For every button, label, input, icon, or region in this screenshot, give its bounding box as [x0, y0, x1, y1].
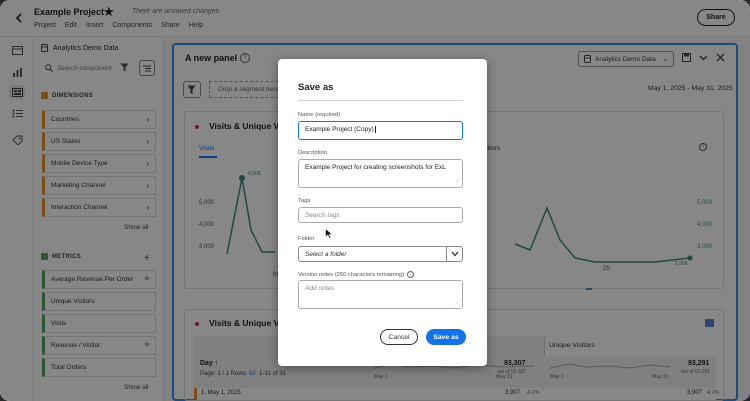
save-as-button[interactable]: Save as: [426, 329, 466, 345]
dialog-divider: [298, 100, 463, 101]
tags-label: Tags: [298, 198, 311, 204]
cancel-button[interactable]: Cancel: [380, 329, 418, 345]
resize-handle-icon[interactable]: ⟋: [455, 179, 459, 185]
folder-input[interactable]: Select a folder: [298, 246, 446, 262]
description-textarea[interactable]: Example Project for creating screenshots…: [298, 159, 463, 188]
mouse-cursor-icon: [325, 228, 333, 239]
name-input-value: Example Project (Copy): [305, 126, 374, 133]
folder-picker[interactable]: Select a folder: [298, 246, 463, 262]
resize-handle-icon[interactable]: ⟋: [455, 300, 459, 306]
version-notes-label: Version notes (250 characters remaining)…: [298, 271, 415, 278]
info-icon[interactable]: i: [407, 271, 415, 278]
chevron-down-icon: [451, 251, 458, 257]
folder-dropdown-button[interactable]: [446, 246, 463, 262]
dialog-title: Save as: [298, 82, 334, 93]
tags-input[interactable]: Search tags: [298, 207, 463, 223]
text-caret: [374, 126, 376, 133]
notes-placeholder: Add notes: [305, 285, 335, 292]
folder-label: Folder: [298, 236, 315, 242]
app-window: Example Project ★ There are unsaved chan…: [0, 0, 750, 401]
description-value: Example Project for creating screenshots…: [305, 164, 446, 171]
save-as-dialog: Save as Name (required) Example Project …: [278, 59, 487, 366]
name-label: Name (required): [298, 112, 341, 118]
version-notes-textarea[interactable]: Add notes ⟋: [298, 280, 463, 309]
description-label: Description: [298, 150, 327, 156]
name-input[interactable]: Example Project (Copy): [298, 121, 463, 140]
